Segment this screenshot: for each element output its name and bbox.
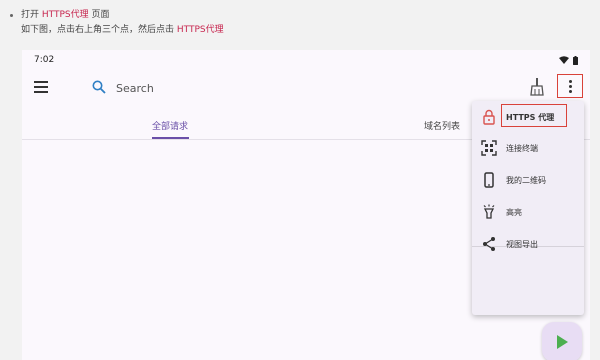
menu-item-label: 高亮 [506,207,522,217]
instruction-line-1: 打开 HTTPS代理 页面 [8,8,224,23]
play-icon [557,335,568,349]
start-fab-button[interactable] [542,322,582,360]
status-bar: 7:02 [22,50,590,70]
menu-item-label: 视图导出 [506,239,538,249]
wifi-icon [559,56,569,64]
menu-item-label: 连接终端 [506,143,538,153]
phone-screenshot: 7:02 Search 全部请求 域名列表 HTTPS 代理 连接终端 我的二维… [22,50,590,360]
menu-item-https-proxy[interactable]: HTTPS 代理 [472,102,584,132]
text-open: 打开 [21,10,40,20]
text-page: 页面 [91,10,110,20]
tab-all-requests[interactable]: 全部请求 [152,119,188,132]
search-label[interactable]: Search [116,82,154,95]
share-icon [483,237,495,251]
menu-item-highlight[interactable]: 高亮 [472,197,584,227]
menu-item-my-qr-code[interactable]: 我的二维码 [472,165,584,195]
instruction-line-2: 如下图，点击右上角三个点，然后点击 HTTPS代理 [8,23,224,38]
bullet [10,14,13,17]
broom-icon[interactable] [530,78,544,96]
instruction-text: 打开 HTTPS代理 页面 如下图，点击右上角三个点，然后点击 HTTPS代理 [8,8,224,38]
text-click-instructions: 如下图，点击右上角三个点，然后点击 [21,25,175,35]
menu-item-label: 我的二维码 [506,175,546,185]
phone-icon [484,172,494,188]
lock-icon [483,109,495,125]
https-proxy-highlight: HTTPS代理 [41,10,89,20]
https-proxy-highlight-2: HTTPS代理 [176,25,224,35]
hamburger-menu-icon[interactable] [34,81,48,93]
battery-icon [573,55,578,65]
status-time: 7:02 [34,55,55,65]
qr-scan-icon [481,140,497,156]
annotation-highlight-box [501,104,567,127]
overflow-menu: HTTPS 代理 连接终端 我的二维码 高亮 视图导出 [472,101,584,315]
tab-domain-list[interactable]: 域名列表 [424,119,460,132]
highlight-icon [483,204,495,219]
status-icons [559,55,578,65]
menu-item-connect-terminal[interactable]: 连接终端 [472,133,584,163]
more-options-icon[interactable] [557,74,583,98]
tab-indicator [152,137,189,139]
menu-item-export-view[interactable]: 视图导出 [472,229,584,259]
search-icon[interactable] [92,80,106,94]
